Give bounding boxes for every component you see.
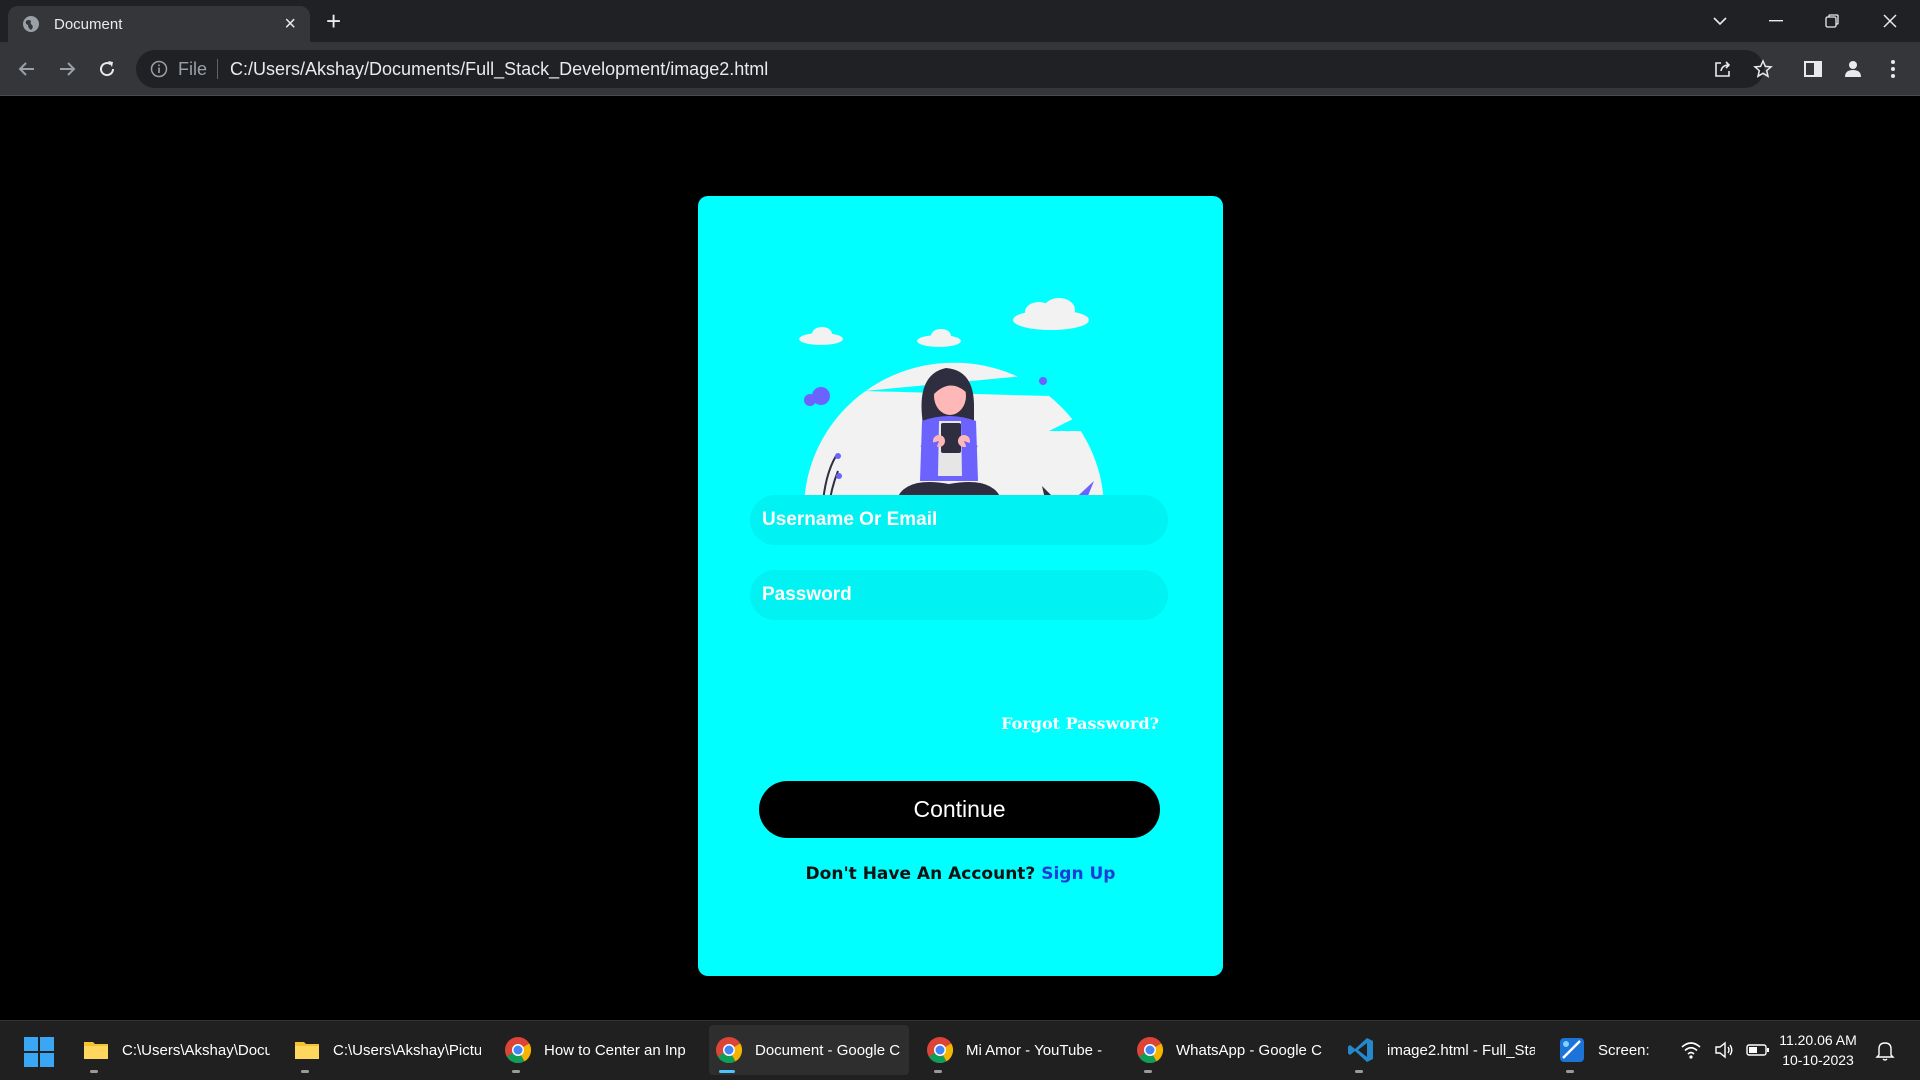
folder-icon xyxy=(295,1042,319,1059)
notification-bell-icon[interactable] xyxy=(1875,1040,1895,1062)
tab-strip: Document × + xyxy=(0,0,1920,42)
battery-icon[interactable] xyxy=(1746,1042,1770,1058)
side-panel-icon[interactable] xyxy=(1800,56,1826,82)
taskbar-item-chrome-center-input[interactable]: How to Center an Inp xyxy=(498,1025,698,1075)
volume-icon[interactable] xyxy=(1714,1040,1734,1060)
login-card: Forgot Password? Continue Don't Have An … xyxy=(698,196,1223,976)
forward-icon[interactable] xyxy=(54,56,80,82)
tab-close-icon[interactable]: × xyxy=(284,14,296,34)
taskbar-item-label: Mi Amor - YouTube - xyxy=(966,1041,1103,1059)
taskbar-item-vscode[interactable]: image2.html - Full_Sta xyxy=(1341,1025,1541,1075)
restore-icon[interactable] xyxy=(1804,0,1860,42)
reload-icon[interactable] xyxy=(94,56,120,82)
taskbar-item-label: C:\Users\Akshay\Pictu xyxy=(333,1041,481,1059)
taskbar-item-label: Document - Google C xyxy=(755,1041,901,1059)
globe-icon xyxy=(23,16,39,32)
profile-icon[interactable] xyxy=(1840,56,1866,82)
page-viewport: Forgot Password? Continue Don't Have An … xyxy=(0,97,1920,1020)
new-tab-icon[interactable]: + xyxy=(326,8,341,34)
taskbar-item-label: Screen: xyxy=(1598,1041,1650,1059)
username-input[interactable] xyxy=(750,495,1168,545)
taskbar-item-explorer-pictures[interactable]: C:\Users\Akshay\Pictu xyxy=(287,1025,487,1075)
taskbar-item-chrome-youtube[interactable]: Mi Amor - YouTube - xyxy=(920,1025,1120,1075)
folder-icon xyxy=(84,1042,108,1059)
chrome-icon xyxy=(505,1037,532,1064)
info-icon[interactable] xyxy=(150,60,168,78)
chrome-icon xyxy=(1137,1037,1164,1064)
cloud-icon xyxy=(799,298,1089,347)
clock-date: 10-10-2023 xyxy=(1782,1052,1854,1068)
signup-prompt: Don't Have An Account? Sign Up xyxy=(698,864,1223,884)
taskbar-item-label: WhatsApp - Google C xyxy=(1176,1041,1322,1059)
taskbar-item-label: How to Center an Inp xyxy=(544,1041,686,1059)
taskbar-item-label: image2.html - Full_Sta xyxy=(1387,1041,1535,1059)
chrome-icon xyxy=(716,1037,743,1064)
tab-search-icon[interactable] xyxy=(1692,0,1748,42)
password-input[interactable] xyxy=(750,570,1168,620)
system-tray xyxy=(1680,1020,1770,1080)
clock[interactable]: 11.20.06 AM 10-10-2023 xyxy=(1768,1030,1868,1070)
continue-button[interactable]: Continue xyxy=(759,781,1160,838)
tab-document[interactable]: Document × xyxy=(8,6,310,42)
tab-title: Document xyxy=(54,15,123,33)
address-bar[interactable]: File C:/Users/Akshay/Documents/Full_Stac… xyxy=(136,50,1764,88)
vscode-icon xyxy=(1348,1038,1373,1062)
forgot-password-link[interactable]: Forgot Password? xyxy=(1001,714,1159,733)
minimize-icon[interactable] xyxy=(1748,0,1804,42)
url-text[interactable]: C:/Users/Akshay/Documents/Full_Stack_Dev… xyxy=(230,59,768,80)
taskbar-item-explorer-docs[interactable]: C:\Users\Akshay\Docu xyxy=(76,1025,276,1075)
chrome-icon xyxy=(927,1037,954,1064)
taskbar-item-chrome-whatsapp[interactable]: WhatsApp - Google C xyxy=(1130,1025,1330,1075)
share-icon[interactable] xyxy=(1710,56,1736,82)
clock-time: 11.20.06 AM xyxy=(1779,1032,1857,1048)
wifi-icon[interactable] xyxy=(1680,1040,1702,1060)
menu-kebab-icon[interactable] xyxy=(1880,56,1906,82)
bookmark-star-icon[interactable] xyxy=(1750,56,1776,82)
taskbar-item-snipping-tool[interactable]: Screen: xyxy=(1552,1025,1656,1075)
snipping-tool-icon xyxy=(1560,1038,1584,1062)
taskbar-item-chrome-document[interactable]: Document - Google C xyxy=(709,1025,909,1075)
scheme-label: File xyxy=(178,59,219,79)
back-icon[interactable] xyxy=(14,56,40,82)
taskbar-item-label: C:\Users\Akshay\Docu xyxy=(122,1041,270,1059)
windows-start-icon[interactable] xyxy=(24,1037,54,1067)
sign-up-link[interactable]: Sign Up xyxy=(1041,864,1115,884)
close-window-icon[interactable] xyxy=(1862,0,1918,42)
no-account-text: Don't Have An Account? xyxy=(805,864,1036,884)
